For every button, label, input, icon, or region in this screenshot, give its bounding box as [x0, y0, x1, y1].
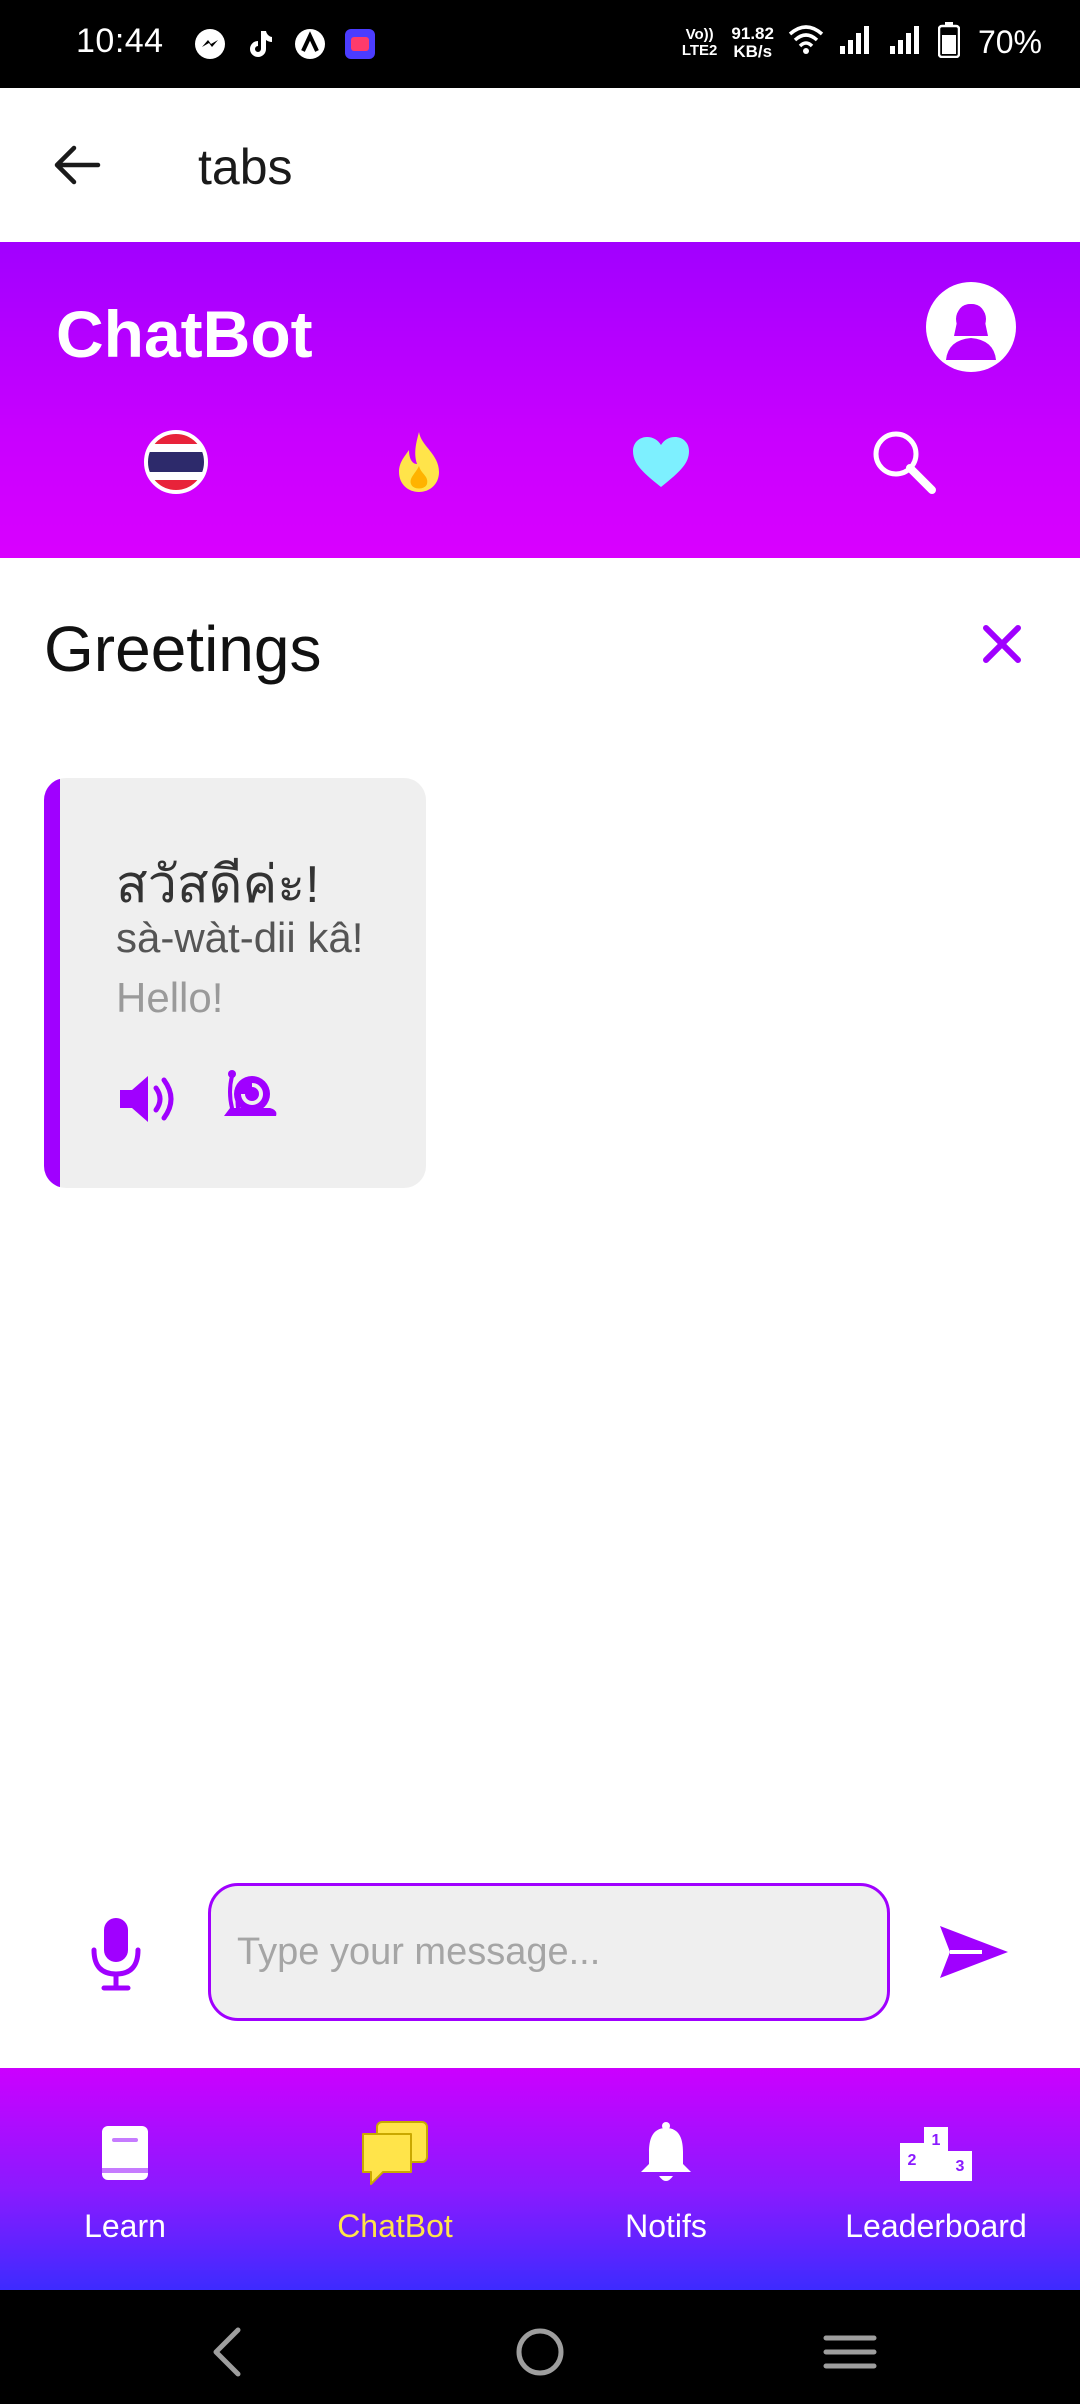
tiktok-icon [242, 26, 278, 62]
nav-item-chatbot[interactable]: ChatBot [270, 2118, 520, 2245]
chat-icon [270, 2118, 520, 2188]
microphone-icon[interactable] [86, 1916, 146, 1992]
back-arrow-icon[interactable] [50, 138, 104, 192]
status-indicators: Vo)) LTE2 91.82 KB/s 70% [682, 22, 1042, 63]
phrase-card: สวัสดีค่ะ! sà-wàt-dii kâ! Hello! [44, 778, 426, 1188]
volte-indicator: Vo)) LTE2 [681, 25, 718, 59]
svg-text:3: 3 [956, 2158, 965, 2175]
nav-label: Notifs [625, 2208, 707, 2244]
book-icon [0, 2118, 250, 2188]
fire-icon[interactable] [379, 422, 459, 502]
notification-icons [192, 26, 378, 62]
header-icon-row [0, 422, 1080, 502]
nav-item-leaderboard[interactable]: 213 Leaderboard [811, 2118, 1061, 2245]
system-menu-icon[interactable] [820, 2322, 880, 2382]
app-bar-title: tabs [198, 139, 293, 195]
svg-text:1: 1 [932, 2132, 941, 2149]
battery-level: 70% [977, 24, 1042, 60]
nav-item-notifs[interactable]: Notifs [541, 2118, 791, 2245]
phrase-english: Hello! [116, 974, 224, 1021]
message-input[interactable] [208, 1883, 890, 2021]
close-icon[interactable] [978, 620, 1026, 668]
thailand-flag-icon[interactable] [136, 422, 216, 502]
chat-header: ChatBot [0, 242, 1080, 558]
network-speed: 91.82 KB/s [731, 23, 774, 61]
heart-icon[interactable] [621, 422, 701, 502]
status-time: 10:44 [76, 22, 164, 60]
nav-item-learn[interactable]: Learn [0, 2118, 250, 2245]
signal-icon [838, 24, 874, 61]
signal-icon [888, 24, 924, 61]
phrase-thai: สวัสดีค่ะ! [116, 856, 320, 914]
system-back-icon[interactable] [200, 2322, 260, 2382]
card-accent-bar [44, 778, 60, 1188]
nav-label: Leaderboard [845, 2208, 1027, 2244]
wifi-icon [788, 24, 824, 61]
snail-icon[interactable] [220, 1064, 280, 1124]
brand-title: ChatBot [56, 297, 313, 371]
lazada-icon [342, 26, 378, 62]
section-title: Greetings [44, 613, 322, 685]
arc-icon [292, 26, 328, 62]
nav-label: ChatBot [337, 2208, 453, 2244]
messenger-icon [192, 26, 228, 62]
speaker-icon[interactable] [116, 1070, 180, 1128]
system-nav-bar [0, 2290, 1080, 2404]
battery-icon [937, 22, 961, 63]
svg-text:2: 2 [908, 2152, 917, 2169]
send-icon[interactable] [938, 1922, 1010, 1982]
bell-icon [541, 2118, 791, 2188]
bottom-nav: Learn ChatBot Notifs 213 Leaderboard [0, 2068, 1080, 2290]
podium-icon: 213 [811, 2118, 1061, 2188]
user-avatar-icon [946, 304, 996, 360]
search-icon[interactable] [864, 422, 944, 502]
system-home-icon[interactable] [510, 2322, 570, 2382]
phrase-romanization: sà-wàt-dii kâ! [116, 914, 364, 961]
status-bar: 10:44 Vo)) LTE2 91.82 KB/s 70% [0, 0, 1080, 88]
app-bar: tabs [0, 88, 1080, 242]
profile-avatar[interactable] [926, 282, 1016, 372]
nav-label: Learn [84, 2208, 166, 2244]
